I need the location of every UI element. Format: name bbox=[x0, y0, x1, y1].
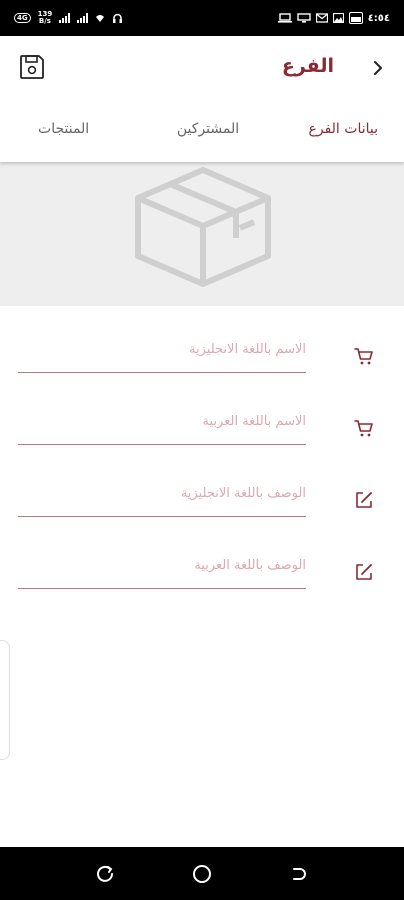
package-box-icon bbox=[135, 167, 271, 287]
status-bar: 4G 139 B/s ٤:٥٤ bbox=[0, 0, 404, 36]
tab-branch-data[interactable]: بيانات الفرع bbox=[265, 100, 404, 162]
save-button[interactable] bbox=[18, 53, 48, 83]
signal-icon bbox=[59, 13, 71, 23]
floppy-disk-icon bbox=[20, 55, 44, 79]
page-title: الفرع bbox=[281, 55, 334, 77]
gmail-icon bbox=[315, 13, 328, 23]
gallery-icon bbox=[332, 13, 344, 23]
cart-icon bbox=[354, 420, 373, 437]
status-left: 4G 139 B/s bbox=[14, 0, 123, 36]
tab-bar: بيانات الفرع المشتركين المنتجات bbox=[0, 100, 404, 162]
cart-icon bbox=[354, 348, 373, 365]
tab-subscribers[interactable]: المشتركين bbox=[151, 100, 264, 162]
home-icon[interactable] bbox=[191, 863, 213, 885]
edge-panel-handle[interactable] bbox=[0, 640, 10, 760]
field-name-arabic bbox=[0, 386, 404, 446]
laptop-icon bbox=[277, 13, 292, 23]
field-description-english bbox=[0, 458, 404, 518]
edit-icon bbox=[356, 492, 372, 508]
field-description-arabic bbox=[0, 530, 404, 590]
wifi-icon bbox=[96, 15, 105, 22]
back-nav-icon[interactable] bbox=[288, 863, 310, 885]
description-english-input[interactable] bbox=[18, 476, 306, 517]
back-button[interactable] bbox=[366, 56, 390, 80]
edit-icon bbox=[356, 564, 372, 580]
status-right: ٤:٥٤ bbox=[277, 0, 390, 36]
name-english-input[interactable] bbox=[18, 332, 306, 373]
description-arabic-input[interactable] bbox=[18, 548, 306, 589]
battery-icon bbox=[348, 12, 363, 24]
field-name-english bbox=[0, 314, 404, 374]
network-speed: 139 B/s bbox=[38, 11, 53, 25]
tab-products[interactable]: المنتجات bbox=[0, 100, 151, 162]
system-nav-bar bbox=[0, 847, 404, 900]
app-bar: الفرع bbox=[0, 36, 404, 100]
monitor-icon bbox=[296, 13, 311, 23]
clock: ٤:٥٤ bbox=[367, 12, 390, 24]
branch-image-area[interactable] bbox=[0, 162, 404, 306]
volte-icon: 4G bbox=[14, 13, 31, 23]
name-arabic-input[interactable] bbox=[18, 404, 306, 445]
network-speed-unit: B/s bbox=[38, 17, 51, 25]
chevron-right-icon bbox=[374, 61, 382, 75]
headset-icon bbox=[113, 13, 123, 23]
signal-2-icon bbox=[77, 13, 89, 23]
recent-apps-icon[interactable] bbox=[94, 863, 116, 885]
